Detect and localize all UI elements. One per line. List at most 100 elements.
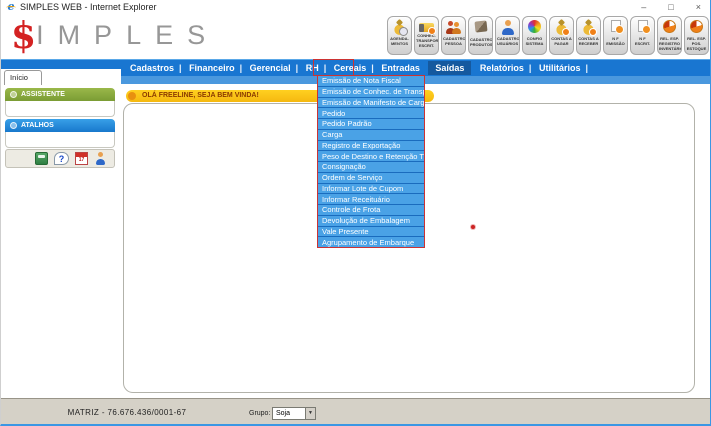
- maximize-button[interactable]: □: [665, 2, 676, 12]
- assistente-icon: [10, 91, 17, 98]
- group-label: Grupo:: [249, 410, 270, 417]
- moneybag-clock-icon: [392, 20, 407, 35]
- status-bar: MATRIZ - 76.676.436/0001-67 Grupo: Soja …: [1, 398, 711, 426]
- menu-separator: |: [179, 63, 182, 73]
- help-icon[interactable]: ?: [54, 152, 69, 165]
- toolbar-button-label: REL. ESP. REGISTRO INVENTÁRIO: [658, 36, 681, 51]
- toolbar-button-rel-esp-pos-estoque[interactable]: REL. ESP. POS. ESTOQUE: [684, 16, 709, 55]
- dropdown-item-informar-lote-de-cupom[interactable]: Informar Lote de Cupom: [318, 184, 424, 195]
- menu-item-utilitarios[interactable]: Utilitários: [537, 61, 583, 75]
- color-palette-icon: [528, 20, 541, 33]
- toolbar-button-label: CONTAS A RECEBER: [577, 36, 600, 46]
- toolbar-button-label: CONHEC. TRANSPORTE ESCRIT.: [415, 33, 438, 48]
- title-bar: e SIMPLES WEB - Internet Explorer – □ ×: [1, 0, 711, 14]
- menu-separator: |: [324, 63, 327, 73]
- saidas-dropdown-menu: Emissão de Nota Fiscal Emissão de Conhec…: [317, 75, 425, 248]
- user-icon[interactable]: [94, 152, 107, 165]
- toolbar-button-label: REL. ESP. POS. ESTOQUE: [685, 36, 708, 51]
- document-icon: [611, 20, 621, 32]
- dropdown-item-pedido[interactable]: Pedido: [318, 108, 424, 119]
- assistente-panel-title: ASSISTENTE: [21, 88, 65, 101]
- toolbar-button-label: CADASTRO USUÁRIOS: [496, 36, 519, 46]
- dropdown-item-carga[interactable]: Carga: [318, 130, 424, 141]
- toolbar-button-cadastro-usuarios[interactable]: CADASTRO USUÁRIOS: [495, 16, 520, 55]
- app-logo: $IMPLES: [11, 15, 219, 57]
- toolbar-button-nf-escrit[interactable]: N F ESCRIT.: [630, 16, 655, 55]
- dropdown-item-pedido-padrao[interactable]: Pedido Padrão: [318, 119, 424, 130]
- assistente-panel-body: [5, 101, 115, 117]
- menu-separator: |: [529, 63, 532, 73]
- menu-item-financeiro[interactable]: Financeiro: [187, 61, 237, 75]
- toolbar-button-contas-a-pagar[interactable]: CONTAS A PAGAR: [549, 16, 574, 55]
- menu-item-cadastros[interactable]: Cadastros: [128, 61, 176, 75]
- toolbar-button-cadastro-produtos[interactable]: CADASTRO PRODUTOS: [468, 16, 493, 55]
- chevron-down-icon[interactable]: ▼: [305, 408, 315, 419]
- toolbar-button-label: N F ESCRIT.: [631, 36, 654, 46]
- dropdown-item-peso-de-destino-e-retencao-tecnica[interactable]: Peso de Destino e Retenção Técnica: [318, 151, 424, 162]
- grupo-select[interactable]: Soja ▼: [272, 407, 316, 420]
- atalhos-panel-header[interactable]: ATALHOS: [5, 119, 115, 132]
- minimize-button[interactable]: –: [638, 2, 649, 12]
- dropdown-item-ordem-de-servico[interactable]: Ordem de Serviço: [318, 173, 424, 184]
- toolbar-button-label: AGENDA- MENTOS: [388, 36, 411, 46]
- dropdown-item-emissao-de-conhec-de-transp[interactable]: Emissão de Conhec. de Transp.: [318, 87, 424, 98]
- atalhos-icon: [10, 122, 17, 129]
- toolbar-button-label: N F EMISSÃO: [604, 36, 627, 46]
- browser-window: e SIMPLES WEB - Internet Explorer – □ × …: [0, 0, 711, 426]
- toolbar-button-rel-esp-registro-inventario[interactable]: REL. ESP. REGISTRO INVENTÁRIO: [657, 16, 682, 55]
- app-header: $IMPLES AGENDA- MENTOS CONHEC. TRANSPORT…: [1, 14, 711, 59]
- internet-explorer-icon: e: [6, 2, 16, 12]
- toolbar-button-agendamentos[interactable]: AGENDA- MENTOS: [387, 16, 412, 55]
- dropdown-item-agrupamento-de-embarque[interactable]: Agrupamento de Embarque: [318, 237, 424, 247]
- menu-item-cereais[interactable]: Cereais: [332, 61, 369, 75]
- dropdown-item-consignacao[interactable]: Consignação: [318, 162, 424, 173]
- close-button[interactable]: ×: [693, 2, 704, 12]
- dropdown-item-vale-presente[interactable]: Vale Presente: [318, 227, 424, 238]
- logo-dollar-symbol: $: [11, 15, 36, 57]
- dropdown-item-devolucao-de-embalagem[interactable]: Devolução de Embalagem: [318, 216, 424, 227]
- moneybag-icon: [554, 20, 569, 35]
- dropdown-item-controle-de-frota[interactable]: Controle de Frota: [318, 205, 424, 216]
- welcome-dot-icon: [128, 92, 136, 100]
- menu-separator: |: [585, 63, 588, 73]
- dropdown-item-emissao-de-nota-fiscal[interactable]: Emissão de Nota Fiscal: [318, 76, 424, 87]
- toolbar-button-label: CADASTRO PESSOA: [442, 36, 465, 46]
- sidebar-tools: ? 17: [5, 149, 115, 168]
- calendar-icon[interactable]: 17: [75, 152, 88, 165]
- company-identifier: MATRIZ - 76.676.436/0001-67: [1, 408, 253, 417]
- menu-item-saidas[interactable]: Saídas: [428, 61, 471, 75]
- calendar-day: 17: [76, 156, 87, 164]
- toolbar-button-cadastro-pessoa[interactable]: CADASTRO PESSOA: [441, 16, 466, 55]
- logo-text: IMPLES: [36, 20, 219, 50]
- grupo-select-value: Soja: [276, 410, 290, 417]
- menu-item-relatorios[interactable]: Relatórios: [478, 61, 526, 75]
- toolbar-button-contas-a-receber[interactable]: CONTAS A RECEBER: [576, 16, 601, 55]
- atalhos-panel: ATALHOS: [5, 119, 115, 148]
- toolbar-button-config-sistema[interactable]: CONFIG SISTEMA: [522, 16, 547, 55]
- assistente-panel-header[interactable]: ASSISTENTE: [5, 88, 115, 101]
- menu-separator: |: [371, 63, 374, 73]
- quick-toolbar: AGENDA- MENTOS CONHEC. TRANSPORTE ESCRIT…: [387, 16, 709, 55]
- toolbar-button-label: CADASTRO PRODUTOS: [469, 37, 492, 47]
- atalhos-panel-title: ATALHOS: [21, 119, 54, 132]
- dropdown-item-emissao-de-manifesto-de-carga[interactable]: Emissão de Manifesto de Carga: [318, 98, 424, 109]
- dropdown-item-registro-de-exportacao[interactable]: Registro de Exportação: [318, 141, 424, 152]
- welcome-text: OLÁ FREELINE, SEJA BEM VINDA!: [142, 92, 259, 99]
- calculator-icon[interactable]: [35, 152, 48, 165]
- box-icon: [474, 20, 487, 32]
- menu-item-entradas[interactable]: Entradas: [379, 61, 422, 75]
- toolbar-button-label: CONTAS A PAGAR: [550, 36, 573, 46]
- menu-item-rh[interactable]: RH: [304, 61, 321, 75]
- pie-chart-icon: [663, 20, 676, 33]
- toolbar-button-nf-emissao[interactable]: N F EMISSÃO: [603, 16, 628, 55]
- assistente-panel: ASSISTENTE: [5, 88, 115, 117]
- user-icon: [500, 20, 515, 35]
- tab-inicio[interactable]: Início: [4, 70, 42, 85]
- pie-chart-icon: [690, 20, 703, 33]
- toolbar-button-conhec-transporte-escrit[interactable]: CONHEC. TRANSPORTE ESCRIT.: [414, 16, 439, 55]
- menu-separator: |: [296, 63, 299, 73]
- dropdown-item-informar-receituario[interactable]: Informar Receituário: [318, 194, 424, 205]
- document-icon: [638, 20, 648, 32]
- menu-item-gerencial[interactable]: Gerencial: [248, 61, 293, 75]
- atalhos-panel-body: [5, 132, 115, 148]
